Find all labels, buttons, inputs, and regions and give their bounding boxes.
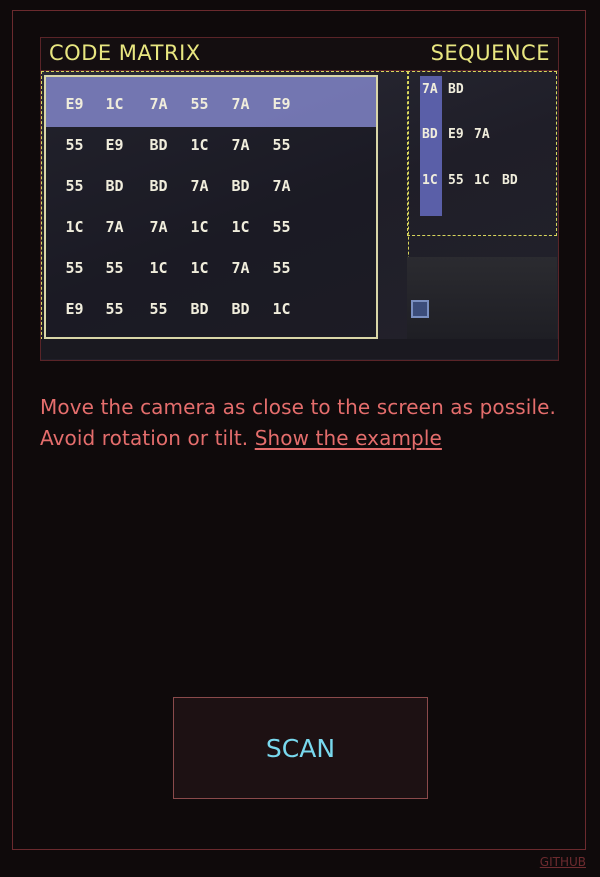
target-icon (411, 300, 429, 318)
matrix-cell: 1C (149, 259, 168, 277)
matrix-cell: 7A (231, 95, 250, 113)
sequence-highlight-column (420, 76, 442, 216)
matrix-cell: 55 (65, 259, 84, 277)
matrix-cell: 7A (272, 177, 291, 195)
matrix-cell: 55 (272, 218, 291, 236)
sequence-cell: BD (422, 127, 438, 142)
feed-bottom-strip (41, 339, 558, 359)
sequence-detection-outline: 7A BD BD E9 7A 1C 55 1C BD (407, 71, 557, 236)
matrix-cell: 55 (105, 259, 124, 277)
scan-button-label: SCAN (265, 733, 336, 763)
matrix-cell: BD (149, 177, 168, 195)
matrix-cell: BD (105, 177, 124, 195)
matrix-cell: 1C (190, 218, 209, 236)
matrix-cell: E9 (65, 95, 84, 113)
sequence-panel: 7A BD BD E9 7A 1C 55 1C BD (407, 71, 558, 355)
scan-button[interactable]: SCAN (173, 697, 428, 799)
matrix-cell: 1C (65, 218, 84, 236)
matrix-cell: E9 (65, 300, 84, 318)
code-matrix-grid: E9 1C 7A 55 7A E9 55 E9 BD 1C 7A 55 55 BD BD 7A BD 7A 1C 7A… (44, 75, 378, 339)
matrix-cell: 55 (272, 259, 291, 277)
sequence-cell: BD (448, 82, 464, 97)
matrix-cell: 7A (231, 136, 250, 154)
matrix-cell: 1C (190, 136, 209, 154)
sequence-cell: E9 (448, 127, 464, 142)
matrix-cell: 55 (272, 136, 291, 154)
instructions-text: Move the camera as close to the screen a… (40, 392, 560, 454)
matrix-cell: 7A (149, 95, 168, 113)
sequence-cell: 1C (422, 173, 438, 188)
sequence-cell: 1C (474, 173, 490, 188)
matrix-cell: 7A (149, 218, 168, 236)
viewfinder-header: CODE MATRIX SEQUENCE (41, 38, 558, 71)
matrix-cell: E9 (272, 95, 291, 113)
matrix-cell: 1C (272, 300, 291, 318)
github-link[interactable]: GITHUB (540, 855, 586, 869)
camera-viewfinder: CODE MATRIX SEQUENCE E9 1C 7A 55 7A E9 55 E9 BD 1… (40, 37, 559, 361)
sequence-cell: 7A (422, 82, 438, 97)
matrix-cell: 55 (190, 95, 209, 113)
matrix-cell: 1C (105, 95, 124, 113)
matrix-cell: 7A (105, 218, 124, 236)
matrix-cell: BD (231, 300, 250, 318)
camera-feed: E9 1C 7A 55 7A E9 55 E9 BD 1C 7A 55 55 BD BD 7A BD 7A 1C 7A… (41, 71, 558, 360)
matrix-cell: 55 (65, 177, 84, 195)
matrix-cell: 55 (149, 300, 168, 318)
sequence-cell: 7A (474, 127, 490, 142)
matrix-cell: BD (231, 177, 250, 195)
matrix-cell: 7A (231, 259, 250, 277)
show-example-link[interactable]: Show the example (255, 426, 442, 450)
sequence-label: SEQUENCE (430, 41, 550, 65)
matrix-cell: BD (190, 300, 209, 318)
matrix-cell: 1C (231, 218, 250, 236)
sequence-cell: 55 (448, 173, 464, 188)
matrix-cell: E9 (105, 136, 124, 154)
matrix-cell: BD (149, 136, 168, 154)
matrix-cells: E9 1C 7A 55 7A E9 55 E9 BD 1C 7A 55 55 BD BD 7A BD 7A 1C 7A… (46, 77, 376, 337)
code-matrix-label: CODE MATRIX (49, 41, 201, 65)
matrix-cell: 1C (190, 259, 209, 277)
matrix-cell: 55 (105, 300, 124, 318)
matrix-cell: 7A (190, 177, 209, 195)
matrix-cell: 55 (65, 136, 84, 154)
sequence-cell: BD (502, 173, 518, 188)
